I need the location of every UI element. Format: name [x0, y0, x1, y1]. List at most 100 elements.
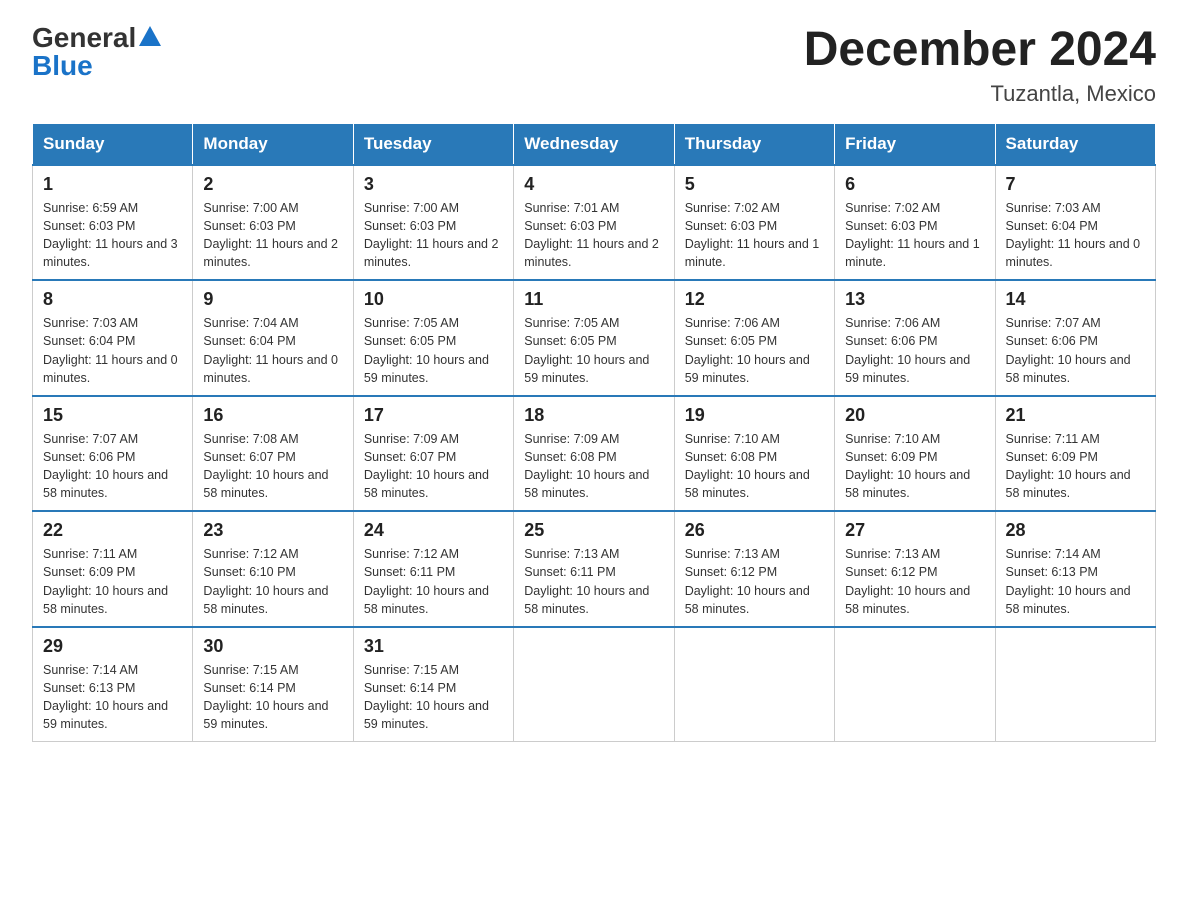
- calendar-week-row: 8Sunrise: 7:03 AMSunset: 6:04 PMDaylight…: [33, 280, 1156, 396]
- day-info: Sunrise: 7:00 AMSunset: 6:03 PMDaylight:…: [203, 199, 342, 272]
- location-title: Tuzantla, Mexico: [804, 81, 1156, 107]
- day-info: Sunrise: 7:13 AMSunset: 6:11 PMDaylight:…: [524, 545, 663, 618]
- calendar-cell: 16 Sunrise: 7:08 AMSunset: 6:07 PMDayligh…: [193, 396, 353, 512]
- calendar-cell: 5 Sunrise: 7:02 AMSunset: 6:03 PMDaylight…: [674, 165, 834, 281]
- title-section: December 2024 Tuzantla, Mexico: [804, 24, 1156, 107]
- calendar-cell: [995, 627, 1155, 742]
- day-info: Sunrise: 7:15 AMSunset: 6:14 PMDaylight:…: [203, 661, 342, 734]
- calendar-cell: 13Sunrise: 7:06 AMSunset: 6:06 PMDayligh…: [835, 280, 995, 396]
- calendar-cell: 2 Sunrise: 7:00 AMSunset: 6:03 PMDaylight…: [193, 165, 353, 281]
- calendar-cell: 3 Sunrise: 7:00 AMSunset: 6:03 PMDaylight…: [353, 165, 513, 281]
- day-number: 1: [43, 174, 182, 195]
- calendar-cell: 20 Sunrise: 7:10 AMSunset: 6:09 PMDayligh…: [835, 396, 995, 512]
- logo-triangle-icon: [139, 26, 161, 46]
- day-number: 2: [203, 174, 342, 195]
- calendar-cell: 29Sunrise: 7:14 AMSunset: 6:13 PMDayligh…: [33, 627, 193, 742]
- calendar-cell: 8Sunrise: 7:03 AMSunset: 6:04 PMDaylight…: [33, 280, 193, 396]
- day-number: 10: [364, 289, 503, 310]
- page-header: General Blue December 2024 Tuzantla, Mex…: [32, 24, 1156, 107]
- calendar-week-row: 1 Sunrise: 6:59 AMSunset: 6:03 PMDaylight…: [33, 165, 1156, 281]
- logo: General Blue: [32, 24, 161, 80]
- day-number: 28: [1006, 520, 1145, 541]
- day-number: 21: [1006, 405, 1145, 426]
- day-number: 17: [364, 405, 503, 426]
- day-info: Sunrise: 7:11 AMSunset: 6:09 PMDaylight:…: [1006, 430, 1145, 503]
- day-number: 22: [43, 520, 182, 541]
- day-info: Sunrise: 7:12 AMSunset: 6:10 PMDaylight:…: [203, 545, 342, 618]
- day-info: Sunrise: 7:09 AMSunset: 6:07 PMDaylight:…: [364, 430, 503, 503]
- day-number: 4: [524, 174, 663, 195]
- day-number: 5: [685, 174, 824, 195]
- weekday-header-tuesday: Tuesday: [353, 123, 513, 165]
- calendar-cell: 11Sunrise: 7:05 AMSunset: 6:05 PMDayligh…: [514, 280, 674, 396]
- calendar-week-row: 22 Sunrise: 7:11 AMSunset: 6:09 PMDayligh…: [33, 511, 1156, 627]
- day-number: 27: [845, 520, 984, 541]
- day-info: Sunrise: 7:14 AMSunset: 6:13 PMDaylight:…: [43, 661, 182, 734]
- day-number: 6: [845, 174, 984, 195]
- day-info: Sunrise: 7:10 AMSunset: 6:09 PMDaylight:…: [845, 430, 984, 503]
- calendar-cell: 28 Sunrise: 7:14 AMSunset: 6:13 PMDayligh…: [995, 511, 1155, 627]
- calendar-cell: 26Sunrise: 7:13 AMSunset: 6:12 PMDayligh…: [674, 511, 834, 627]
- weekday-header-friday: Friday: [835, 123, 995, 165]
- day-number: 24: [364, 520, 503, 541]
- day-info: Sunrise: 7:02 AMSunset: 6:03 PMDaylight:…: [845, 199, 984, 272]
- calendar-cell: 12Sunrise: 7:06 AMSunset: 6:05 PMDayligh…: [674, 280, 834, 396]
- day-info: Sunrise: 7:05 AMSunset: 6:05 PMDaylight:…: [364, 314, 503, 387]
- calendar-cell: 4 Sunrise: 7:01 AMSunset: 6:03 PMDaylight…: [514, 165, 674, 281]
- day-info: Sunrise: 7:00 AMSunset: 6:03 PMDaylight:…: [364, 199, 503, 272]
- day-number: 7: [1006, 174, 1145, 195]
- day-info: Sunrise: 7:04 AMSunset: 6:04 PMDaylight:…: [203, 314, 342, 387]
- logo-general: General: [32, 24, 136, 52]
- calendar-cell: 14Sunrise: 7:07 AMSunset: 6:06 PMDayligh…: [995, 280, 1155, 396]
- calendar-week-row: 29Sunrise: 7:14 AMSunset: 6:13 PMDayligh…: [33, 627, 1156, 742]
- day-info: Sunrise: 7:05 AMSunset: 6:05 PMDaylight:…: [524, 314, 663, 387]
- day-number: 25: [524, 520, 663, 541]
- day-number: 23: [203, 520, 342, 541]
- day-info: Sunrise: 7:09 AMSunset: 6:08 PMDaylight:…: [524, 430, 663, 503]
- day-number: 16: [203, 405, 342, 426]
- day-number: 8: [43, 289, 182, 310]
- weekday-header-sunday: Sunday: [33, 123, 193, 165]
- calendar-cell: 15Sunrise: 7:07 AMSunset: 6:06 PMDayligh…: [33, 396, 193, 512]
- calendar-cell: 31Sunrise: 7:15 AMSunset: 6:14 PMDayligh…: [353, 627, 513, 742]
- calendar-cell: [514, 627, 674, 742]
- calendar-cell: 17 Sunrise: 7:09 AMSunset: 6:07 PMDayligh…: [353, 396, 513, 512]
- calendar-cell: 24Sunrise: 7:12 AMSunset: 6:11 PMDayligh…: [353, 511, 513, 627]
- day-number: 31: [364, 636, 503, 657]
- day-number: 12: [685, 289, 824, 310]
- day-number: 9: [203, 289, 342, 310]
- calendar-cell: [835, 627, 995, 742]
- calendar-cell: 18Sunrise: 7:09 AMSunset: 6:08 PMDayligh…: [514, 396, 674, 512]
- calendar-cell: 25 Sunrise: 7:13 AMSunset: 6:11 PMDayligh…: [514, 511, 674, 627]
- day-info: Sunrise: 7:01 AMSunset: 6:03 PMDaylight:…: [524, 199, 663, 272]
- logo-blue: Blue: [32, 50, 93, 81]
- day-info: Sunrise: 7:08 AMSunset: 6:07 PMDaylight:…: [203, 430, 342, 503]
- day-number: 14: [1006, 289, 1145, 310]
- month-title: December 2024: [804, 24, 1156, 77]
- calendar-cell: 10 Sunrise: 7:05 AMSunset: 6:05 PMDayligh…: [353, 280, 513, 396]
- calendar-cell: 23 Sunrise: 7:12 AMSunset: 6:10 PMDayligh…: [193, 511, 353, 627]
- day-number: 13: [845, 289, 984, 310]
- calendar-cell: 1 Sunrise: 6:59 AMSunset: 6:03 PMDaylight…: [33, 165, 193, 281]
- calendar-cell: 7 Sunrise: 7:03 AMSunset: 6:04 PMDaylight…: [995, 165, 1155, 281]
- day-number: 3: [364, 174, 503, 195]
- calendar-table: SundayMondayTuesdayWednesdayThursdayFrid…: [32, 123, 1156, 743]
- day-info: Sunrise: 7:03 AMSunset: 6:04 PMDaylight:…: [1006, 199, 1145, 272]
- weekday-header-monday: Monday: [193, 123, 353, 165]
- weekday-header-saturday: Saturday: [995, 123, 1155, 165]
- calendar-cell: 30Sunrise: 7:15 AMSunset: 6:14 PMDayligh…: [193, 627, 353, 742]
- calendar-cell: 27 Sunrise: 7:13 AMSunset: 6:12 PMDayligh…: [835, 511, 995, 627]
- day-info: Sunrise: 7:14 AMSunset: 6:13 PMDaylight:…: [1006, 545, 1145, 618]
- day-info: Sunrise: 7:02 AMSunset: 6:03 PMDaylight:…: [685, 199, 824, 272]
- calendar-cell: 21 Sunrise: 7:11 AMSunset: 6:09 PMDayligh…: [995, 396, 1155, 512]
- day-info: Sunrise: 6:59 AMSunset: 6:03 PMDaylight:…: [43, 199, 182, 272]
- day-number: 20: [845, 405, 984, 426]
- day-number: 15: [43, 405, 182, 426]
- calendar-cell: 19Sunrise: 7:10 AMSunset: 6:08 PMDayligh…: [674, 396, 834, 512]
- weekday-header-row: SundayMondayTuesdayWednesdayThursdayFrid…: [33, 123, 1156, 165]
- day-info: Sunrise: 7:11 AMSunset: 6:09 PMDaylight:…: [43, 545, 182, 618]
- calendar-cell: 9 Sunrise: 7:04 AMSunset: 6:04 PMDaylight…: [193, 280, 353, 396]
- calendar-cell: [674, 627, 834, 742]
- day-info: Sunrise: 7:13 AMSunset: 6:12 PMDaylight:…: [845, 545, 984, 618]
- weekday-header-wednesday: Wednesday: [514, 123, 674, 165]
